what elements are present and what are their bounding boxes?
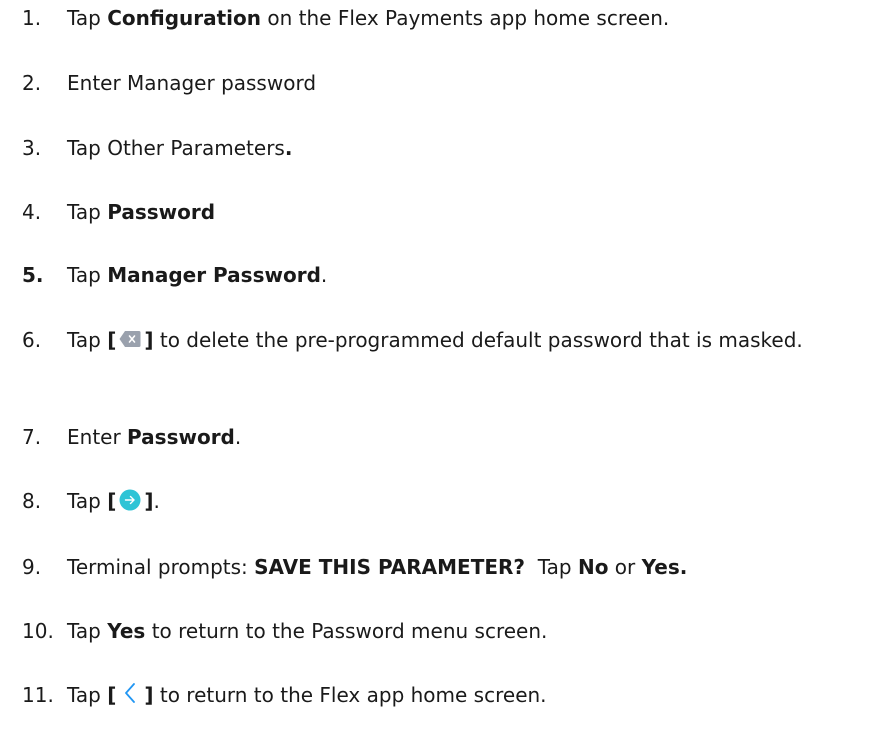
- step-text-bold: .: [284, 136, 293, 160]
- open-bracket: [: [107, 328, 117, 352]
- step-text-part: on the Flex Payments app home screen.: [261, 6, 670, 30]
- step-number: 10.: [22, 619, 54, 643]
- step-text: Tap Password: [67, 196, 827, 228]
- open-bracket: [: [107, 489, 117, 513]
- step-3: 3. Tap Other Parameters.: [0, 132, 869, 164]
- step-8: 8. Tap [].: [0, 485, 869, 517]
- step-number: 1.: [22, 6, 42, 30]
- step-text-part: Tap: [67, 328, 108, 352]
- step-text-bold: Yes.: [641, 555, 688, 579]
- step-text-part: Tap: [525, 555, 578, 579]
- step-number: 6.: [22, 328, 42, 352]
- step-text-part: to return to the Password menu screen.: [145, 619, 548, 643]
- step-10: 10. Tap Yes to return to the Password me…: [0, 615, 869, 647]
- step-text: Tap [] to delete the pre-programmed defa…: [67, 324, 827, 356]
- step-6: 6. Tap [] to delete the pre-programmed d…: [0, 324, 869, 356]
- step-text: Tap Yes to return to the Password menu s…: [67, 615, 827, 647]
- step-text-part: to return to the Flex app home screen.: [153, 683, 547, 707]
- step-text-part: Tap: [67, 263, 108, 287]
- close-bracket: ]: [144, 328, 154, 352]
- step-text-part: Tap: [67, 200, 108, 224]
- step-number: 7.: [22, 425, 42, 449]
- step-text: Terminal prompts: SAVE THIS PARAMETER? T…: [67, 551, 827, 583]
- close-bracket: ]: [144, 683, 154, 707]
- step-number: 2.: [22, 71, 42, 95]
- step-9: 9. Terminal prompts: SAVE THIS PARAMETER…: [0, 551, 869, 583]
- step-number: 8.: [22, 489, 42, 513]
- step-number: 5.: [22, 263, 44, 287]
- step-text: Tap [].: [67, 485, 827, 517]
- step-text-part: .: [234, 425, 242, 449]
- step-number: 4.: [22, 200, 42, 224]
- step-text: Tap Configuration on the Flex Payments a…: [67, 2, 827, 34]
- step-text: Tap Manager Password.: [67, 259, 827, 291]
- step-number: 3.: [22, 136, 42, 160]
- step-text-part: or: [608, 555, 642, 579]
- step-text-part: Enter Manager password: [67, 71, 317, 95]
- step-text-part: Tap: [67, 6, 108, 30]
- step-text-bold: Yes: [107, 619, 146, 643]
- step-text-part: .: [153, 489, 160, 513]
- step-text-part: Tap: [67, 619, 108, 643]
- step-text-part: Enter: [67, 425, 128, 449]
- step-text-bold: Manager Password: [107, 263, 321, 287]
- step-4: 4. Tap Password: [0, 196, 869, 228]
- step-text-bold: Password: [107, 200, 216, 224]
- step-number: 11.: [22, 683, 54, 707]
- step-7: 7. Enter Password.: [0, 421, 869, 453]
- step-text-part: Tap Other Parameters: [67, 136, 285, 160]
- step-text: Enter Manager password: [67, 67, 827, 99]
- step-2: 2. Enter Manager password: [0, 67, 869, 99]
- open-bracket: [: [107, 683, 117, 707]
- step-5: 5. Tap Manager Password.: [0, 259, 869, 291]
- step-text-part: Terminal prompts:: [67, 555, 255, 579]
- step-text: Tap [] to return to the Flex app home sc…: [67, 679, 827, 711]
- step-text: Tap Other Parameters.: [67, 132, 827, 164]
- step-1: 1. Tap Configuration on the Flex Payment…: [0, 2, 869, 34]
- step-text-bold: Configuration: [107, 6, 262, 30]
- step-text-part: Tap: [67, 489, 108, 513]
- chevron-left-icon: [125, 683, 136, 703]
- close-bracket: ]: [144, 489, 154, 513]
- step-text-part: to delete the pre-programmed default pas…: [153, 328, 803, 352]
- step-number: 9.: [22, 555, 42, 579]
- step-text-bold: No: [577, 555, 609, 579]
- step-text: Enter Password.: [67, 421, 827, 453]
- step-text-bold: Password: [127, 425, 235, 449]
- step-11: 11. Tap [] to return to the Flex app hom…: [0, 679, 869, 711]
- step-text-part: .: [320, 263, 328, 287]
- backspace-icon: [119, 331, 141, 347]
- step-text-part: Tap: [67, 683, 108, 707]
- step-text-bold: SAVE THIS PARAMETER?: [254, 555, 526, 579]
- instruction-document: 1. Tap Configuration on the Flex Payment…: [0, 0, 869, 730]
- next-arrow-icon: [119, 489, 141, 511]
